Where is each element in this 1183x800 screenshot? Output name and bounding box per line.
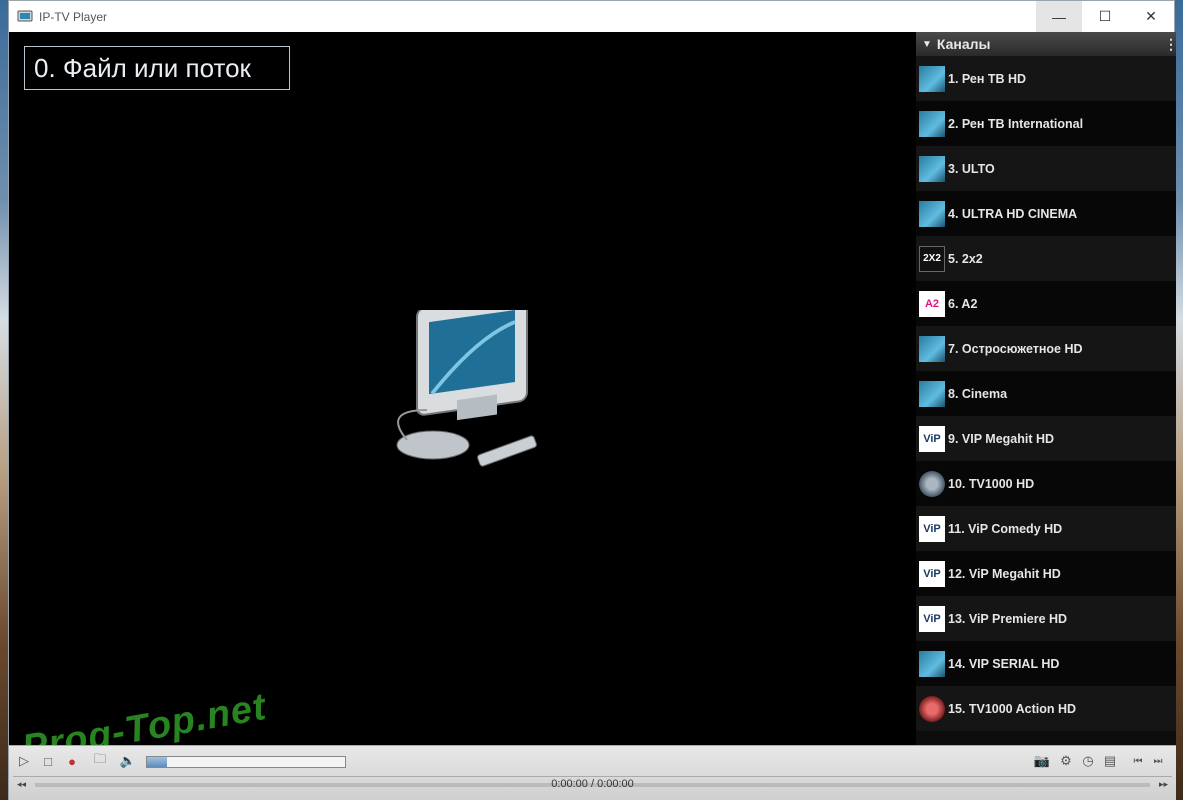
channel-label: 4. ULTRA HD CINEMA bbox=[948, 206, 1078, 221]
channel-label: 10. TV1000 HD bbox=[948, 476, 1035, 491]
channel-item[interactable]: 4. ULTRA HD CINEMA bbox=[916, 191, 1176, 236]
channel-logo-icon: ViP bbox=[919, 560, 945, 587]
volume-icon[interactable]: 🔈 bbox=[119, 752, 137, 770]
play-button[interactable]: ▷ bbox=[15, 752, 33, 770]
channel-logo-icon bbox=[919, 110, 945, 137]
video-area[interactable]: 0. Файл или поток Prog-Top.net bbox=[9, 32, 916, 770]
channel-item[interactable]: ViP 11. ViP Comedy HD bbox=[916, 506, 1176, 551]
seek-bar[interactable]: ◂◂ 0:00:00 / 0:00:00 ▸▸ bbox=[13, 776, 1172, 792]
playlist-button[interactable]: ▤ bbox=[1101, 752, 1119, 770]
maximize-button[interactable]: ☐ bbox=[1082, 1, 1128, 32]
channel-logo-icon bbox=[919, 695, 945, 722]
collapse-arrow-icon[interactable]: ▼ bbox=[922, 39, 932, 50]
channel-logo-icon: 2X2 bbox=[919, 245, 945, 272]
more-options-icon[interactable]: ⋮ bbox=[1164, 37, 1176, 51]
app-window: IP-TV Player — ☐ ✕ 0. Файл или поток Pro… bbox=[8, 0, 1176, 800]
channel-item[interactable]: 2X2 5. 2x2 bbox=[916, 236, 1176, 281]
source-selector[interactable]: 0. Файл или поток bbox=[24, 46, 290, 90]
timer-button[interactable]: ◷ bbox=[1079, 752, 1097, 770]
window-title: IP-TV Player bbox=[39, 9, 108, 24]
channel-item[interactable]: A2 6. A2 bbox=[916, 281, 1176, 326]
channel-label: 3. ULTO bbox=[948, 161, 995, 176]
channel-logo-icon: A2 bbox=[919, 290, 945, 317]
channel-item[interactable]: ViP 13. ViP Premiere HD bbox=[916, 596, 1176, 641]
channel-logo-icon bbox=[919, 470, 945, 497]
channel-label: 8. Cinema bbox=[948, 386, 1008, 401]
volume-level bbox=[147, 757, 167, 767]
channel-label: 5. 2x2 bbox=[948, 251, 983, 266]
minimize-button[interactable]: — bbox=[1036, 1, 1082, 32]
channel-label: 6. A2 bbox=[948, 296, 978, 311]
channels-header-label: Каналы bbox=[936, 36, 991, 52]
channel-item[interactable]: 1. Рен ТВ HD bbox=[916, 56, 1176, 101]
channel-label: 15. TV1000 Action HD bbox=[948, 701, 1077, 716]
open-file-button[interactable]: 🗀 bbox=[91, 751, 109, 770]
app-tv-icon bbox=[17, 10, 33, 21]
channel-logo-icon bbox=[919, 335, 945, 362]
channel-label: 7. Остросюжетное HD bbox=[948, 341, 1083, 356]
channel-label: 1. Рен ТВ HD bbox=[948, 71, 1027, 86]
channel-item[interactable]: ViP 9. VIP Megahit HD bbox=[916, 416, 1176, 461]
title-bar: IP-TV Player — ☐ ✕ bbox=[9, 1, 1174, 32]
channel-logo-icon bbox=[919, 650, 945, 677]
channel-label: 11. ViP Comedy HD bbox=[948, 521, 1063, 536]
channel-item[interactable]: 15. TV1000 Action HD bbox=[916, 686, 1176, 731]
channel-label: 12. ViP Megahit HD bbox=[948, 566, 1061, 581]
channel-logo-icon: ViP bbox=[919, 515, 945, 542]
channel-label: 14. VIP SERIAL HD bbox=[948, 656, 1060, 671]
channel-item[interactable]: 14. VIP SERIAL HD bbox=[916, 641, 1176, 686]
channel-logo-icon bbox=[919, 65, 945, 92]
channel-logo-icon: ViP bbox=[919, 605, 945, 632]
settings-button[interactable]: ⚙ bbox=[1057, 752, 1075, 770]
channel-label: 13. ViP Premiere HD bbox=[948, 611, 1068, 626]
channel-item[interactable]: 3. ULTO bbox=[916, 146, 1176, 191]
close-button[interactable]: ✕ bbox=[1128, 1, 1174, 32]
channels-header[interactable]: ▼ Каналы ⋮ bbox=[916, 32, 1176, 56]
channel-label: 2. Рен ТВ International bbox=[948, 116, 1084, 131]
channel-item[interactable]: ViP 12. ViP Megahit HD bbox=[916, 551, 1176, 596]
volume-slider[interactable] bbox=[146, 756, 346, 768]
channel-logo-icon bbox=[919, 155, 945, 182]
record-button[interactable]: ● bbox=[63, 752, 81, 770]
snapshot-button[interactable]: 📷 bbox=[1033, 752, 1051, 770]
next-channel-button[interactable]: ⏭ bbox=[1149, 752, 1167, 770]
tv-logo-icon bbox=[396, 310, 537, 467]
channel-item[interactable]: 2. Рен ТВ International bbox=[916, 101, 1176, 146]
control-bar: ▷ □ ● 🗀 🔈 📷 ⚙ ◷ ▤ ⏮ ⏭ ◂◂ 0:00:00 / 0:00:… bbox=[9, 745, 1176, 800]
time-display: 0:00:00 / 0:00:00 bbox=[551, 778, 634, 790]
channel-list: 1. Рен ТВ HD 2. Рен ТВ International 3. UL… bbox=[916, 56, 1176, 731]
channel-logo-icon: ViP bbox=[919, 425, 945, 452]
channel-item[interactable]: 8. Cinema bbox=[916, 371, 1176, 416]
stop-button[interactable]: □ bbox=[39, 752, 57, 770]
seek-forward-icon[interactable]: ▸▸ bbox=[1159, 779, 1168, 790]
channel-item[interactable]: 7. Остросюжетное HD bbox=[916, 326, 1176, 371]
channel-sidebar: ▼ Каналы ⋮ 1. Рен ТВ HD 2. Рен ТВ Interna… bbox=[916, 32, 1176, 745]
channel-logo-icon bbox=[919, 380, 945, 407]
channel-label: 9. VIP Megahit HD bbox=[948, 431, 1055, 446]
previous-channel-button[interactable]: ⏮ bbox=[1129, 752, 1147, 770]
channel-item[interactable]: 10. TV1000 HD bbox=[916, 461, 1176, 506]
channel-logo-icon bbox=[919, 200, 945, 227]
